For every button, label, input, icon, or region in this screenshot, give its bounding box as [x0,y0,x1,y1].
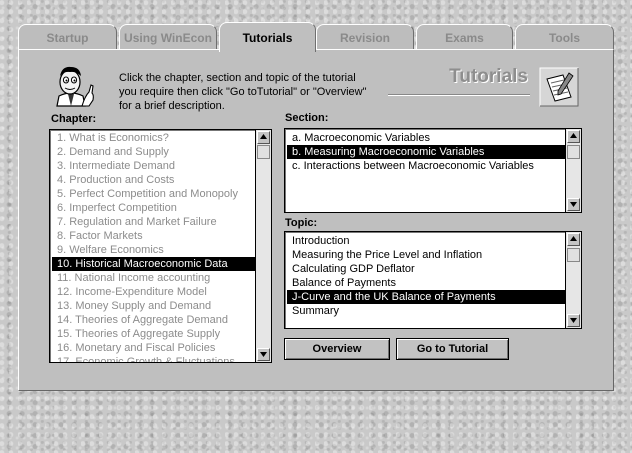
notepad-pencil-icon [539,67,579,107]
chapter-item[interactable]: 6. Imperfect Competition [52,201,256,215]
chapter-item[interactable]: 2. Demand and Supply [52,145,256,159]
arrow-down-icon [570,202,577,207]
topic-scroll-down[interactable] [567,314,580,327]
chapter-scrollbar[interactable] [255,130,271,362]
section-item[interactable]: a. Macroeconomic Variables [287,131,566,145]
title-divider [388,94,530,96]
section-scroll-up[interactable] [567,130,580,143]
arrow-up-icon [260,134,267,139]
chapter-list[interactable]: 1. What is Economics? 2. Demand and Supp… [49,129,272,363]
topic-scroll-up[interactable] [567,233,580,246]
chapter-scroll-up[interactable] [257,131,270,144]
chapter-item[interactable]: 15. Theories of Aggregate Supply [52,327,256,341]
chapter-item[interactable]: 3. Intermediate Demand [52,159,256,173]
section-scroll-down[interactable] [567,198,580,211]
arrow-up-icon [570,133,577,138]
chapter-item[interactable]: 14. Theories of Aggregate Demand [52,313,256,327]
topic-item-selected[interactable]: J-Curve and the UK Balance of Payments [287,290,566,304]
page-title-area: Tutorials [388,63,530,99]
topic-scrollbar[interactable] [565,232,581,328]
chapter-item[interactable]: 11. National Income accounting [52,271,256,285]
tab-startup[interactable]: Startup [18,24,117,50]
topic-list[interactable]: Introduction Measuring the Price Level a… [284,231,582,329]
topic-item[interactable]: Balance of Payments [287,276,566,290]
chapter-item[interactable]: 5. Perfect Competition and Monopoly [52,187,256,201]
chapter-item[interactable]: 9. Welfare Economics [52,243,256,257]
overview-button[interactable]: Overview [284,338,390,360]
go-to-tutorial-button[interactable]: Go to Tutorial [396,338,509,360]
chapter-scroll-down[interactable] [257,348,270,361]
tab-tools[interactable]: Tools [515,24,614,50]
topic-label: Topic: [285,217,318,229]
section-item[interactable]: c. Interactions between Macroeconomic Va… [287,159,566,173]
chapter-scroll-thumb[interactable] [257,145,270,159]
chapter-item[interactable]: 4. Production and Costs [52,173,256,187]
chapter-item[interactable]: 17. Economic Growth & Fluctuations [52,355,256,362]
chapter-item[interactable]: 13. Money Supply and Demand [52,299,256,313]
section-scrollbar[interactable] [565,129,581,212]
chapter-label: Chapter: [51,113,97,125]
chapter-item[interactable]: 1. What is Economics? [52,131,256,145]
arrow-up-icon [570,236,577,241]
chapter-item[interactable]: 12. Income-Expenditure Model [52,285,256,299]
chapter-item-selected[interactable]: 10. Historical Macroeconomic Data [52,257,256,271]
topic-item[interactable]: Summary [287,304,566,318]
chapter-item[interactable]: 7. Regulation and Market Failure [52,215,256,229]
page-title: Tutorials [449,66,528,87]
chapter-item[interactable]: 8. Factor Markets [52,229,256,243]
chapter-item[interactable]: 16. Monetary and Fiscal Policies [52,341,256,355]
topic-item[interactable]: Calculating GDP Deflator [287,262,566,276]
arrow-down-icon [260,352,267,357]
section-label: Section: [285,112,329,124]
tab-exams[interactable]: Exams [416,24,513,50]
cartoon-man-pointing-icon [49,62,99,108]
section-scroll-thumb[interactable] [567,145,580,159]
arrow-down-icon [570,318,577,323]
topic-scroll-thumb[interactable] [567,248,580,262]
topic-item[interactable]: Introduction [287,234,566,248]
section-list[interactable]: a. Macroeconomic Variables b. Measuring … [284,128,582,213]
tab-using-winecon[interactable]: Using WinEcon [119,24,217,50]
topic-item[interactable]: Measuring the Price Level and Inflation [287,248,566,262]
section-item-selected[interactable]: b. Measuring Macroeconomic Variables [287,145,566,159]
tab-tutorials[interactable]: Tutorials [219,22,316,52]
tab-revision[interactable]: Revision [316,24,414,50]
instructions-text: Click the chapter, section and topic of … [119,72,367,112]
tab-bar: Startup Using WinEcon Tutorials Revision… [18,22,614,52]
